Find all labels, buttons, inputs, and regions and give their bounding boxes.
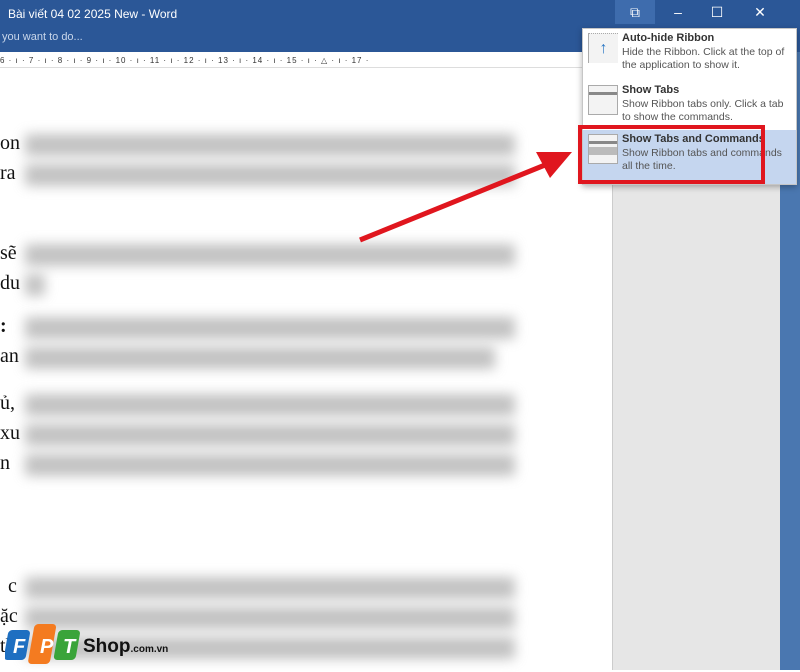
auto-hide-arrow-icon: ↑ [588, 33, 618, 63]
fpt-shop-watermark: F P T Shop.com.vn [3, 622, 225, 667]
menu-item-desc: Hide the Ribbon. Click at the top of the… [622, 46, 785, 71]
menu-item-title: Show Tabs [622, 84, 680, 96]
show-tabs-icon [588, 85, 618, 115]
fpt-logo-icon: F P T Shop.com.vn [3, 624, 168, 664]
svg-text:P: P [40, 636, 54, 658]
menu-item-show-tabs[interactable]: Show Tabs Show Ribbon tabs only. Click a… [583, 81, 796, 129]
menu-item-auto-hide-ribbon[interactable]: ↑ Auto-hide Ribbon Hide the Ribbon. Clic… [583, 29, 796, 77]
menu-item-title: Auto-hide Ribbon [622, 32, 715, 44]
svg-text:T: T [63, 636, 77, 658]
svg-text:Shop.com.vn: Shop.com.vn [83, 636, 168, 657]
menu-item-desc: Show Ribbon tabs only. Click a tab to sh… [622, 98, 784, 123]
svg-text:F: F [13, 636, 26, 658]
highlight-box [578, 125, 765, 184]
